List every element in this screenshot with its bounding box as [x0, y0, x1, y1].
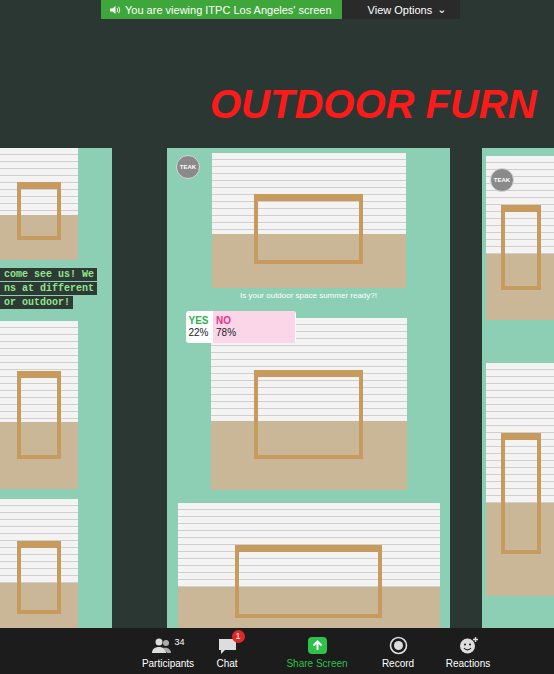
caption-line: come see us! We: [0, 268, 97, 281]
toolbar-label: Record: [382, 658, 414, 669]
poll-label: NO: [216, 315, 292, 327]
speaker-icon: [109, 5, 121, 15]
toolbar-label: Chat: [216, 658, 237, 669]
shared-screen: You are viewing ITPC Los Angeles' screen…: [0, 0, 554, 628]
caption-line: ns at different: [0, 282, 97, 295]
toolbar-label: Participants: [142, 658, 194, 669]
participants-icon: [151, 636, 172, 655]
chat-button[interactable]: 1 Chat: [207, 633, 247, 669]
participant-count: 34: [174, 637, 184, 647]
avatar[interactable]: TEAK: [490, 168, 514, 192]
banner-message: You are viewing ITPC Los Angeles' screen: [101, 0, 342, 19]
view-options-button[interactable]: View Options ⌄: [342, 0, 461, 19]
toolbar-label: Share Screen: [286, 658, 347, 669]
toolbar-label: Reactions: [446, 658, 490, 669]
share-button[interactable]: Share Screen: [282, 633, 352, 669]
participants-icon-wrap: 34: [151, 633, 184, 655]
record-icon: [388, 636, 409, 655]
view-options-label: View Options: [368, 4, 433, 16]
record-button[interactable]: Record: [378, 633, 418, 669]
story-caption: come see us! Wens at differentor outdoor…: [0, 268, 112, 309]
reactions-button[interactable]: Reactions: [443, 633, 493, 669]
poll-percent: 78%: [216, 327, 292, 339]
poll-option[interactable]: YES22%: [186, 311, 214, 343]
chair-photo: [486, 363, 554, 596]
trolley-photo: YES22%NO78%: [211, 318, 407, 490]
middle-story: TEAK Is your outdoor space summer ready?!…: [167, 148, 450, 628]
left-story: come see us! Wens at differentor outdoor…: [0, 148, 112, 628]
share-banner: You are viewing ITPC Los Angeles' screen…: [101, 0, 460, 19]
slide-heading: OUTDOOR FURN: [210, 82, 554, 126]
story-row: come see us! Wens at differentor outdoor…: [0, 148, 554, 628]
reactions-icon: [458, 636, 479, 655]
banner-text: You are viewing ITPC Los Angeles' screen: [125, 4, 332, 16]
bench-photo: [178, 503, 440, 628]
caption-line: or outdoor!: [0, 296, 73, 309]
share-icon-wrap: [307, 633, 328, 655]
chat-badge: 1: [232, 630, 245, 643]
right-story: TEAK: [482, 148, 554, 628]
poll-label: YES: [189, 315, 211, 327]
table-photo: [0, 148, 78, 260]
reactions-icon-wrap: [458, 633, 479, 655]
share-icon: [307, 636, 328, 655]
poll-option[interactable]: NO78%: [213, 311, 295, 343]
record-icon-wrap: [388, 633, 409, 655]
stool-photo: [0, 321, 78, 489]
avatar[interactable]: TEAK: [176, 155, 200, 179]
meeting-toolbar: 34 Participants 1 Chat Share Screen Record Rea…: [0, 628, 554, 674]
chat-icon-wrap: 1: [217, 633, 238, 655]
poll-percent: 22%: [189, 327, 211, 339]
side-table-photo: [0, 499, 78, 628]
participants-button[interactable]: 34 Participants: [133, 633, 203, 669]
poll[interactable]: YES22%NO78%: [186, 311, 296, 343]
bench-photo: [212, 153, 406, 288]
chevron-icon: ⌄: [437, 3, 446, 16]
story-caption: Is your outdoor space summer ready?!: [240, 291, 377, 311]
